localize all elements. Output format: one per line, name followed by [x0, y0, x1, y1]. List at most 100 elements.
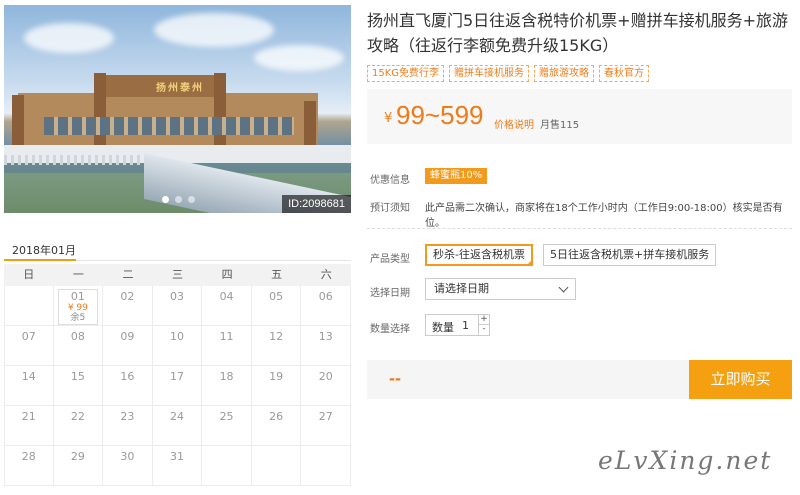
calendar-day: 07: [4, 326, 54, 366]
calendar-day: 31: [152, 446, 203, 486]
slide-dot[interactable]: [162, 196, 169, 203]
calendar-day: 27: [301, 406, 351, 446]
slide-indicator[interactable]: [162, 196, 195, 203]
calendar-day-number: 12: [269, 330, 284, 343]
slide-dot[interactable]: [175, 196, 182, 203]
terminal-pillar: [12, 95, 24, 147]
calendar-day-number: 09: [120, 330, 135, 343]
terminal-sign: 扬州泰州: [156, 83, 204, 94]
calendar-day: 18: [202, 366, 252, 406]
calendar-day-number: 22: [70, 410, 85, 423]
calendar-day: 05: [251, 286, 302, 326]
product-tags: 15KG免费行李 赠拼车接机服务 赠旅游攻略 春秋官方: [367, 65, 650, 82]
calendar-day-number: 02: [120, 290, 135, 303]
calendar-day-number: 10: [169, 330, 184, 343]
image-id-label: ID:2098681: [282, 195, 351, 213]
calendar-day: 16: [103, 366, 153, 406]
weekday-label: 四: [221, 268, 233, 281]
calendar-day-number: 03: [169, 290, 184, 303]
calendar-day-available[interactable]: 01 ¥ 99 余5: [53, 286, 104, 326]
quantity-decrement-button[interactable]: -: [478, 325, 489, 335]
calendar-day-number: 20: [318, 370, 333, 383]
price-currency: ¥: [384, 111, 393, 126]
calendar-day-number: 24: [169, 410, 184, 423]
cloud-shape: [254, 45, 344, 71]
calendar-day: 06: [301, 286, 351, 326]
product-photo[interactable]: 扬州泰州 ID:2098681: [4, 5, 351, 213]
terminal-pillar: [304, 101, 316, 147]
calendar-day: 12: [251, 326, 302, 366]
section-divider: [367, 228, 792, 229]
price-explain-link[interactable]: 价格说明: [494, 116, 534, 131]
cloud-shape: [154, 13, 274, 47]
quantity-stepper[interactable]: 数量 1 + -: [425, 314, 490, 336]
price-panel: ¥ 99~599 价格说明 月售115: [367, 89, 792, 144]
calendar-grid: 01 ¥ 99 余5 02 03 04 05 06 07 08 09 10 11 12 13 14 15 16 17…: [4, 286, 351, 486]
calendar-day: 11: [202, 326, 252, 366]
calendar-empty-cell: [4, 286, 54, 326]
discount-label: 优惠信息: [370, 175, 410, 186]
product-tag: 赠旅游攻略: [534, 65, 595, 82]
date-select[interactable]: 请选择日期: [425, 278, 576, 300]
discount-badge[interactable]: 蜂蜜瓶10%: [425, 168, 488, 184]
buy-now-button[interactable]: 立即购买: [689, 360, 792, 399]
calendar-day-number: 30: [120, 450, 135, 463]
calendar-day: 21: [4, 406, 54, 446]
calendar-day-stock: 余5: [70, 313, 86, 323]
notice-label: 预订须知: [370, 203, 410, 214]
calendar-day: 19: [251, 366, 302, 406]
chevron-down-icon: [558, 282, 569, 293]
weekday-label: 日: [23, 268, 35, 281]
calendar-day: 15: [53, 366, 104, 406]
product-type-option[interactable]: 5日往返含税机票+拼车接机服务: [543, 244, 717, 266]
calendar-day: 22: [53, 406, 104, 446]
calendar-empty-cell: [301, 446, 351, 486]
total-price: --: [389, 368, 401, 388]
calendar-day: 14: [4, 366, 54, 406]
cloud-shape: [24, 23, 114, 53]
calendar-day: 24: [152, 406, 203, 446]
calendar-day-number: 07: [21, 330, 36, 343]
product-title: 扬州直飞厦门5日往返含税特价机票+赠拼车接机服务+旅游攻略（往返行李额免费升级1…: [367, 11, 788, 55]
quantity-field-label: 数量: [432, 321, 454, 334]
quantity-label: 数量选择: [370, 324, 410, 335]
calendar-day-number: 01: [70, 290, 85, 303]
calendar-empty-cell: [251, 446, 302, 486]
calendar-day-number: 16: [120, 370, 135, 383]
calendar-day-number: 05: [269, 290, 284, 303]
calendar-day: 08: [53, 326, 104, 366]
calendar-day: 02: [103, 286, 153, 326]
calendar-empty-cell: [202, 446, 252, 486]
calendar-day-price: ¥ 99: [67, 303, 88, 313]
calendar-day-number: 18: [219, 370, 234, 383]
product-tag: 赠拼车接机服务: [449, 65, 530, 82]
weekday-label: 二: [122, 268, 134, 281]
monthly-sales: 月售115: [540, 120, 580, 131]
calendar-day-number: 15: [70, 370, 85, 383]
date-label: 选择日期: [370, 288, 410, 299]
calendar-day-number: 26: [269, 410, 284, 423]
calendar-day: 28: [4, 446, 54, 486]
date-select-placeholder: 请选择日期: [434, 282, 489, 295]
calendar-day-box[interactable]: 01 ¥ 99 余5: [57, 289, 99, 325]
watermark: eLvXing.net: [598, 446, 773, 475]
quantity-value[interactable]: 1: [462, 319, 469, 332]
calendar-day: 20: [301, 366, 351, 406]
terminal-windows: [44, 117, 294, 135]
product-type-option-selected[interactable]: 秒杀-往返含税机票: [425, 244, 533, 266]
calendar-day-number: 04: [219, 290, 234, 303]
calendar-day-number: 19: [269, 370, 284, 383]
terminal-pillar: [94, 73, 106, 147]
calendar-day-number: 08: [70, 330, 85, 343]
calendar-weekday-header: 日 一 二 三 四 五 六: [4, 264, 351, 286]
calendar-day: 30: [103, 446, 153, 486]
product-type-label: 产品类型: [370, 254, 410, 265]
slide-dot[interactable]: [188, 196, 195, 203]
booking-notice: 此产品需二次确认，商家将在18个工作小时内（工作日9:00-18:00）核实是否…: [425, 203, 783, 229]
price-range: 99~599: [396, 100, 484, 130]
calendar-month-tab[interactable]: 2018年01月: [12, 242, 76, 258]
calendar-day-number: 13: [318, 330, 333, 343]
weekday-label: 六: [320, 268, 332, 281]
calendar-day-number: 28: [21, 450, 36, 463]
calendar-day-number: 21: [21, 410, 36, 423]
